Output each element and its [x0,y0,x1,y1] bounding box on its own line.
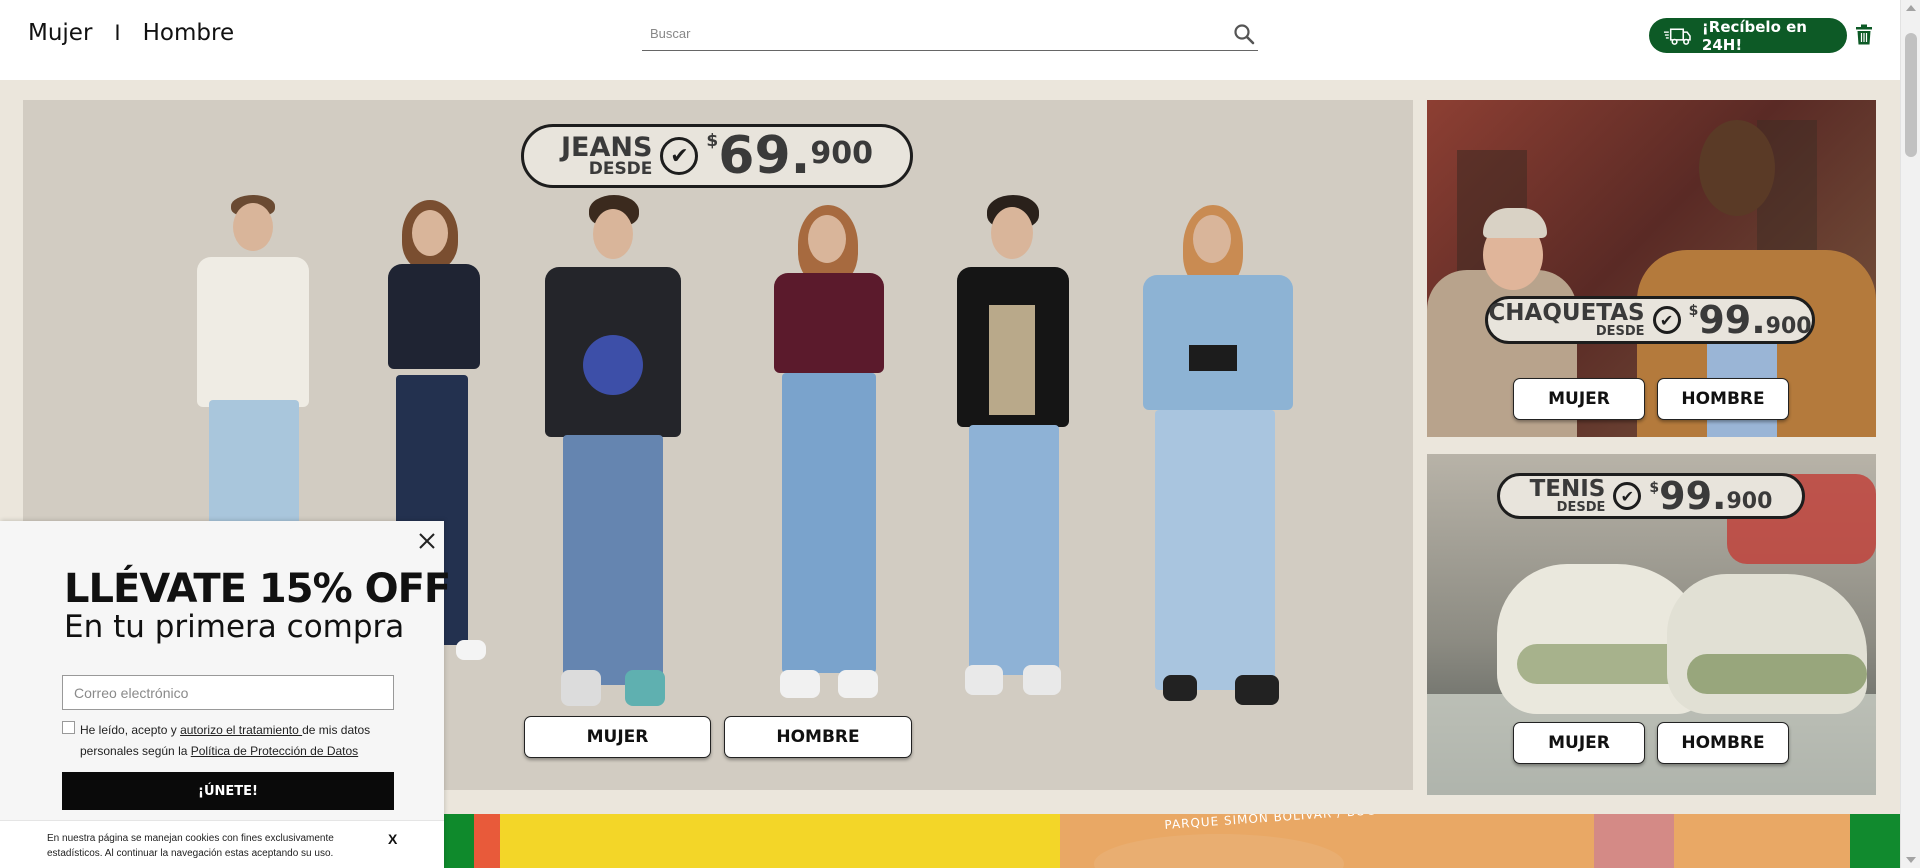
newsletter-popup: LLÉVATE 15% OFF En tu primera compra He … [0,521,451,868]
cookie-close-button[interactable]: X [388,831,397,847]
promo-cents: 900 [1765,314,1812,339]
promo-currency: $ [1649,480,1660,496]
model-photo [1123,205,1313,705]
sneakers-women-button[interactable]: MUJER [1513,722,1645,764]
jackets-women-button[interactable]: MUJER [1513,378,1645,420]
search-input[interactable] [642,18,1202,48]
scroll-thumb[interactable] [1905,33,1917,157]
sneakers-promo-banner[interactable]: TENIS DESDE ✔ $ 99. 900 MUJER HOMBRE [1427,454,1876,795]
delivery-label: ¡Recíbelo en 24H! [1701,17,1807,54]
promo-currency: $ [1688,303,1699,319]
jackets-men-button[interactable]: HOMBRE [1657,378,1789,420]
page-scrollbar[interactable] [1900,0,1920,868]
promo-word: JEANS [560,132,653,163]
jeans-price-badge: JEANS DESDE ✔ $ 69. 900 [521,124,913,188]
promo-desde: DESDE [1556,500,1606,515]
promo-desde: DESDE [588,159,653,179]
check-icon: ✔ [660,137,699,175]
consent-checkbox[interactable] [62,721,75,734]
delivery-24h-button[interactable]: ¡Recíbelo en 24H! [1649,17,1847,54]
promo-amount: 99. [1698,298,1766,342]
jackets-price-badge: CHAQUETAS DESDE ✔ $ 99. 900 [1485,296,1815,344]
truck-icon [1663,27,1691,45]
scroll-up-icon[interactable] [1906,5,1916,11]
model-photo [943,195,1083,705]
nav-separator: I [114,21,121,45]
promo-desde: DESDE [1595,324,1645,339]
gender-nav: Mujer I Hombre [28,20,234,46]
promo-amount: 69. [718,126,811,186]
popup-subtitle: En tu primera compra [64,609,405,645]
sneakers-price-badge: TENIS DESDE ✔ $ 99. 900 [1497,473,1805,519]
jeans-men-button[interactable]: HOMBRE [724,716,912,758]
jackets-promo-banner[interactable]: CHAQUETAS DESDE ✔ $ 99. 900 MUJER HOMBRE [1427,100,1876,437]
cookie-banner: En nuestra página se manejan cookies con… [0,820,444,868]
search-icon[interactable] [1232,22,1256,46]
model-photo [533,195,693,710]
sneakers-men-button[interactable]: HOMBRE [1657,722,1789,764]
promo-amount: 99. [1659,474,1727,518]
close-icon[interactable] [416,530,438,552]
popup-title: LLÉVATE 15% OFF [64,566,451,612]
data-protection-policy-link[interactable]: Política de Protección de Datos [191,744,358,758]
data-treatment-link[interactable]: autorizo el tratamiento [180,723,302,737]
next-banner[interactable]: PARQUE SIMÓN BOLÍVAR / BOGOTÁ [444,814,1900,868]
legal-prefix: He leído, acepto y [80,723,181,737]
check-icon: ✔ [1613,482,1642,510]
scroll-down-icon[interactable] [1906,857,1916,863]
trash-icon[interactable] [1855,24,1873,45]
promo-currency: $ [706,131,719,151]
cookie-text: En nuestra página se manejan cookies con… [47,833,334,859]
email-field[interactable] [62,675,394,710]
jeans-women-button[interactable]: MUJER [524,716,711,758]
promo-cents: 900 [810,136,874,171]
promo-cents: 900 [1726,489,1773,514]
promo-word: CHAQUETAS [1488,300,1645,326]
check-icon: ✔ [1652,306,1681,334]
promo-word: TENIS [1529,476,1606,502]
nav-men-link[interactable]: Hombre [143,20,234,46]
search-bar [642,18,1258,51]
model-photo [758,205,898,705]
join-button[interactable]: ¡ÚNETE! [62,772,394,810]
consent-text: He leído, acepto y autorizo el tratamien… [80,720,400,762]
site-header: Mujer I Hombre ¡Recíbelo en 24H! [0,0,1900,80]
nav-women-link[interactable]: Mujer [28,20,92,46]
